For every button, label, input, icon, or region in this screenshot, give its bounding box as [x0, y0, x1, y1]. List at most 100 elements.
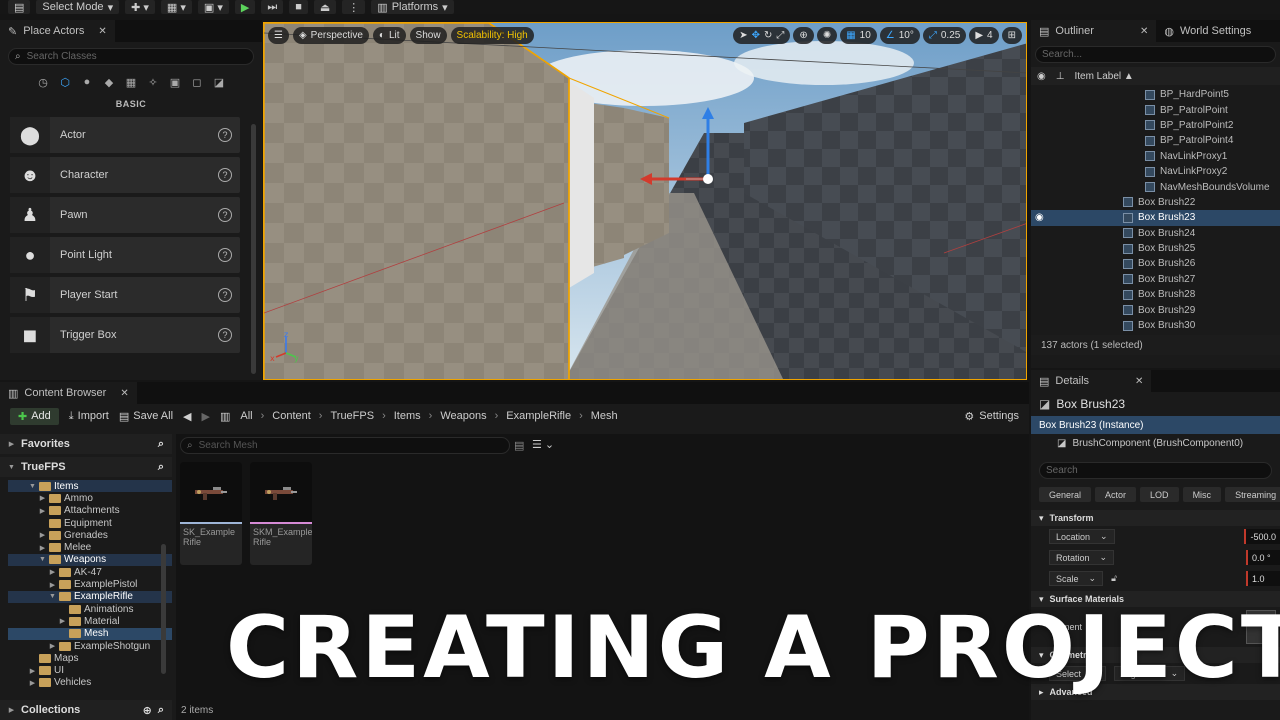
cinematic-icon[interactable]: ▦	[122, 73, 140, 91]
breadcrumb-item[interactable]: Weapons	[440, 410, 486, 422]
actor-item[interactable]: ⬤ Actor?	[10, 117, 240, 153]
tab-content-browser[interactable]: ▥ Content Browser ✕	[0, 382, 137, 404]
help-icon[interactable]: ?	[218, 288, 232, 302]
folder-tree-item[interactable]: Equipment	[8, 517, 172, 529]
help-icon[interactable]: ?	[218, 168, 232, 182]
expand-icon[interactable]: ▶	[39, 531, 46, 539]
actor-list-scrollbar[interactable]	[251, 124, 256, 374]
breadcrumb-item[interactable]: All	[240, 410, 252, 422]
tab-outliner[interactable]: ▤ Outliner ✕	[1031, 20, 1157, 42]
folder-tree-item[interactable]: Maps	[8, 652, 172, 664]
expand-icon[interactable]: ▶	[29, 667, 36, 675]
breadcrumb-separator[interactable]: ›	[429, 410, 433, 422]
rotation-snap-button[interactable]: ∠ 10°	[879, 27, 920, 44]
actor-item[interactable]: ⚑ Player Start?	[10, 277, 240, 313]
tab-world-settings[interactable]: ◍ World Settings	[1156, 20, 1259, 42]
stop-button[interactable]: ■	[289, 0, 308, 14]
folder-tree-item[interactable]: ▶ Melee	[8, 541, 172, 553]
outliner-item[interactable]: ◉ Box Brush23	[1031, 210, 1280, 226]
project-section[interactable]: ▼ TrueFPS ⌕	[0, 457, 172, 477]
close-icon[interactable]: ✕	[98, 26, 106, 37]
camera-speed-button[interactable]: ▶ 4	[969, 27, 999, 44]
search-classes-input[interactable]: ⌕ Search Classes	[8, 48, 254, 65]
expand-icon[interactable]: ▼	[29, 483, 36, 490]
move-icon[interactable]: ✥	[752, 30, 760, 41]
folder-tree-item[interactable]: ▶ ExampleShotgun	[8, 640, 172, 652]
expand-icon[interactable]: ▶	[59, 617, 66, 625]
select-cursor-icon[interactable]: ➤	[739, 30, 747, 41]
rotation-dropdown[interactable]: Rotation ⌄	[1049, 550, 1115, 565]
search-icon[interactable]: ⌕	[158, 438, 164, 451]
viewport-menu-button[interactable]: ☰	[268, 27, 289, 44]
visibility-eye-icon[interactable]: ◉	[1031, 212, 1049, 223]
perspective-button[interactable]: ◈ Perspective	[292, 27, 369, 44]
breadcrumb-item[interactable]: TrueFPS	[330, 410, 374, 422]
outliner-item[interactable]: Box Brush26	[1031, 256, 1280, 271]
breadcrumb-item[interactable]: Mesh	[591, 410, 618, 422]
folder-tree-item[interactable]: ▼ Weapons	[8, 553, 172, 567]
asset-search-input[interactable]: ⌕ Search Mesh	[180, 437, 510, 454]
visibility-eye-icon[interactable]: ◉	[1037, 71, 1046, 82]
import-button[interactable]: ⤓ Import	[69, 410, 109, 423]
add-collection-icon[interactable]: ⊕	[143, 704, 152, 717]
surface-snap-icon[interactable]: ✺	[816, 27, 838, 44]
folder-tree-item[interactable]: ▶ Material	[8, 615, 172, 627]
folder-tree-item[interactable]: ▶ UI	[8, 664, 172, 676]
favorites-section[interactable]: ▶ Favorites ⌕	[0, 434, 172, 454]
tab-place-actors[interactable]: ✎ Place Actors ✕	[0, 20, 115, 42]
rotate-icon[interactable]: ↻	[764, 30, 772, 41]
actor-item[interactable]: ☻ Character?	[10, 157, 240, 193]
help-icon[interactable]: ?	[218, 208, 232, 222]
help-icon[interactable]: ?	[218, 128, 232, 142]
search-icon[interactable]: ⌕	[158, 704, 164, 717]
help-icon[interactable]: ?	[218, 248, 232, 262]
scale-icon[interactable]: ⤢	[776, 30, 784, 41]
save-search-icon[interactable]: ▤	[514, 439, 524, 452]
select-mode-button[interactable]: Select Mode ▾	[36, 0, 120, 14]
maximize-viewport-icon[interactable]: ⊞	[1001, 27, 1022, 44]
lights-icon[interactable]: ●	[78, 73, 96, 91]
eject-button[interactable]: ⏏	[313, 0, 337, 14]
more-options-icon[interactable]: ⋮	[342, 0, 366, 14]
outliner-item[interactable]: NavLinkProxy1	[1031, 149, 1280, 164]
breadcrumb-item[interactable]: Items	[394, 410, 421, 422]
filter-icon[interactable]: ☰ ⌄	[532, 438, 554, 451]
step-button[interactable]: ⏭	[261, 0, 284, 14]
actor-item[interactable]: ◼ Trigger Box?	[10, 317, 240, 353]
breadcrumb-separator[interactable]: ›	[382, 410, 386, 422]
visual-effects-icon[interactable]: ✧	[144, 73, 162, 91]
close-icon[interactable]: ✕	[1135, 376, 1143, 387]
recent-icon[interactable]: ◷	[34, 73, 52, 91]
close-icon[interactable]: ✕	[120, 388, 128, 399]
folder-tree-item[interactable]: ▼ Items	[8, 480, 172, 493]
folder-tree-item[interactable]: Mesh	[8, 627, 172, 640]
outliner-item[interactable]: BP_PatrolPoint4	[1031, 133, 1280, 148]
expand-icon[interactable]: ▶	[39, 494, 46, 502]
asset-tile[interactable]: SKM_Example Rifle	[250, 462, 312, 565]
outliner-item[interactable]: Box Brush22	[1031, 195, 1280, 210]
folder-tree-item[interactable]: ▶ ExamplePistol	[8, 578, 172, 590]
item-label-column[interactable]: Item Label ▲	[1074, 71, 1133, 82]
outliner-item[interactable]: Box Brush30	[1031, 318, 1280, 333]
show-button[interactable]: Show	[409, 27, 447, 44]
expand-icon[interactable]: ▶	[49, 642, 56, 650]
filter-button[interactable]: Actor	[1095, 487, 1137, 502]
scale-x-field[interactable]: 1.0	[1246, 571, 1280, 586]
level-viewport[interactable]: z x y ☰ ◈ Perspective ◐ Lit Show Scalabili…	[263, 22, 1027, 380]
save-icon[interactable]: ▤	[8, 0, 31, 14]
actor-item[interactable]: ● Point Light?	[10, 237, 240, 273]
outliner-item[interactable]: Box Brush28	[1031, 287, 1280, 302]
collections-section[interactable]: ▶ Collections ⊕ ⌕	[0, 700, 172, 720]
geometry-icon[interactable]: ◪	[210, 73, 228, 91]
play-button[interactable]: ▶	[234, 0, 256, 14]
folder-tree-item[interactable]: ▶ Vehicles	[8, 677, 172, 689]
add-content-button[interactable]: ✚ ▾	[125, 0, 155, 14]
grid-snap-button[interactable]: ▦ 10	[840, 27, 877, 44]
pin-icon[interactable]: ⊥	[1056, 71, 1065, 82]
transform-section[interactable]: ▾ Transform	[1031, 510, 1280, 526]
breadcrumb-item[interactable]: ExampleRifle	[506, 410, 571, 422]
help-icon[interactable]: ?	[218, 328, 232, 342]
folder-tree-item[interactable]: Animations	[8, 603, 172, 615]
search-icon[interactable]: ⌕	[158, 461, 164, 474]
cinematics-button[interactable]: ▣ ▾	[197, 0, 229, 14]
